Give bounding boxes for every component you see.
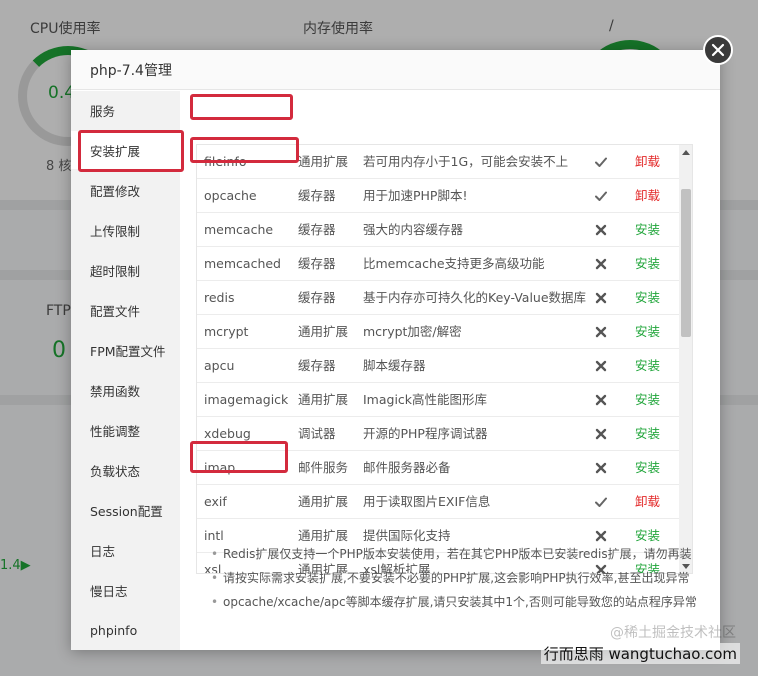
check-icon — [595, 179, 609, 213]
cross-icon — [595, 417, 609, 451]
install-link[interactable]: 安装 — [635, 383, 660, 417]
extension-name: opcache — [204, 188, 257, 203]
sidebar-item-performance-tuning[interactable]: 性能调整 — [71, 411, 180, 449]
php-manager-dialog: php-7.4管理 服务 安装扩展 配置修改 上传限制 超时限制 配置文件 FP… — [71, 50, 720, 650]
install-link[interactable]: 安装 — [635, 349, 660, 383]
extension-description: 邮件服务器必备 — [363, 460, 451, 475]
note-item: opcache/xcache/apc等脚本缓存扩展,请只安装其中1个,否则可能导… — [211, 590, 711, 614]
extension-type: 通用扩展 — [298, 324, 349, 339]
table-row: memcache 缓存器 强大的内容缓存器 安装 — [197, 213, 679, 247]
extension-name: fileinfo — [204, 154, 247, 169]
extension-name: mcrypt — [204, 324, 249, 339]
table-row: redis 缓存器 基于内存亦可持久化的Key-Value数据库 安装 — [197, 281, 679, 315]
table-row: imagemagick 通用扩展 Imagick高性能图形库 安装 — [197, 383, 679, 417]
sidebar-item-timeout-limit[interactable]: 超时限制 — [71, 251, 180, 289]
extension-name: memcache — [204, 222, 274, 237]
sidebar-item-log[interactable]: 日志 — [71, 531, 180, 569]
extension-description: 基于内存亦可持久化的Key-Value数据库 — [363, 290, 587, 305]
close-dialog-button[interactable] — [703, 35, 733, 65]
extension-type: 通用扩展 — [298, 154, 349, 169]
cross-icon — [595, 281, 609, 315]
sidebar-menu: 服务 安装扩展 配置修改 上传限制 超时限制 配置文件 FPM配置文件 禁用函数… — [71, 91, 180, 650]
extensions-table: fileinfo 通用扩展 若可用内存小于1G，可能会安装不上 卸载 opcache 缓存… — [196, 144, 693, 574]
extension-name: apcu — [204, 358, 235, 373]
note-item: Redis扩展仅支持一个PHP版本安装使用，若在其它PHP版本已安装redis扩… — [211, 542, 711, 566]
extension-name: exif — [204, 494, 227, 509]
sidebar-item-load-status[interactable]: 负载状态 — [71, 451, 180, 489]
note-item: 请按实际需求安装扩展,不要安装不必要的PHP扩展,这会影响PHP执行效率,甚至出… — [211, 566, 711, 590]
table-row: exif 通用扩展 用于读取图片EXIF信息 卸载 — [197, 485, 679, 519]
extension-description: 开源的PHP程序调试器 — [363, 426, 488, 441]
extension-type: 缓存器 — [298, 358, 336, 373]
extension-type: 缓存器 — [298, 290, 336, 305]
extension-description: 比memcache支持更多高级功能 — [363, 256, 545, 271]
table-row: apcu 缓存器 脚本缓存器 安装 — [197, 349, 679, 383]
install-link[interactable]: 安装 — [635, 281, 660, 315]
cross-icon — [595, 451, 609, 485]
sidebar-item-install-extensions[interactable]: 安装扩展 — [71, 131, 180, 169]
table-row: xdebug 调试器 开源的PHP程序调试器 安装 — [197, 417, 679, 451]
extension-type: 缓存器 — [298, 188, 336, 203]
extension-description: 若可用内存小于1G，可能会安装不上 — [363, 154, 569, 169]
check-icon — [595, 145, 609, 179]
extension-name: imap — [204, 460, 236, 475]
extension-name: imagemagick — [204, 392, 289, 407]
sidebar-item-config-edit[interactable]: 配置修改 — [71, 171, 180, 209]
extension-type: 调试器 — [298, 426, 336, 441]
cross-icon — [595, 383, 609, 417]
extension-type: 缓存器 — [298, 222, 336, 237]
install-link[interactable]: 安装 — [635, 247, 660, 281]
watermark-faint: @稀土掘金技术社区 — [610, 625, 736, 641]
sidebar-item-upload-limit[interactable]: 上传限制 — [71, 211, 180, 249]
cross-icon — [595, 349, 609, 383]
extension-type: 通用扩展 — [298, 494, 349, 509]
install-link[interactable]: 安装 — [635, 417, 660, 451]
extension-description: 用于读取图片EXIF信息 — [363, 494, 491, 509]
extension-notes: Redis扩展仅支持一个PHP版本安装使用，若在其它PHP版本已安装redis扩… — [211, 542, 711, 614]
extension-type: 通用扩展 — [298, 392, 349, 407]
extension-description: 用于加速PHP脚本! — [363, 188, 468, 203]
uninstall-link[interactable]: 卸载 — [635, 485, 660, 519]
uninstall-link[interactable]: 卸载 — [635, 145, 660, 179]
install-link[interactable]: 安装 — [635, 315, 660, 349]
cross-icon — [595, 247, 609, 281]
sidebar-item-session-config[interactable]: Session配置 — [71, 491, 180, 529]
extension-description: Imagick高性能图形库 — [363, 392, 488, 407]
sidebar-item-phpinfo[interactable]: phpinfo — [71, 611, 180, 649]
sidebar-item-fpm-config-file[interactable]: FPM配置文件 — [71, 331, 180, 369]
check-icon — [595, 485, 609, 519]
uninstall-link[interactable]: 卸载 — [635, 179, 660, 213]
install-link[interactable]: 安装 — [635, 451, 660, 485]
table-row: opcache 缓存器 用于加速PHP脚本! 卸载 — [197, 179, 679, 213]
dialog-header: php-7.4管理 — [71, 50, 720, 90]
extension-description: 脚本缓存器 — [363, 358, 426, 373]
highlight-box — [190, 94, 293, 120]
extension-name: xdebug — [204, 426, 251, 441]
table-row: imap 邮件服务 邮件服务器必备 安装 — [197, 451, 679, 485]
cross-icon — [595, 213, 609, 247]
sidebar-item-config-file[interactable]: 配置文件 — [71, 291, 180, 329]
scrollbar-thumb[interactable] — [681, 189, 691, 337]
install-link[interactable]: 安装 — [635, 213, 660, 247]
dialog-title: php-7.4管理 — [90, 62, 172, 79]
watermark: 行而思雨 wangtuchao.com — [540, 643, 740, 664]
extension-name: redis — [204, 290, 235, 305]
extension-type: 缓存器 — [298, 256, 336, 271]
extension-description: mcrypt加密/解密 — [363, 324, 462, 339]
table-scrollbar[interactable] — [679, 145, 692, 573]
sidebar-item-slow-log[interactable]: 慢日志 — [71, 571, 180, 609]
table-row: fileinfo 通用扩展 若可用内存小于1G，可能会安装不上 卸载 — [197, 145, 679, 179]
close-icon — [711, 43, 725, 57]
table-row: memcached 缓存器 比memcache支持更多高级功能 安装 — [197, 247, 679, 281]
extension-name: memcached — [204, 256, 281, 271]
scroll-up-arrow-icon[interactable] — [679, 145, 692, 159]
table-row: mcrypt 通用扩展 mcrypt加密/解密 安装 — [197, 315, 679, 349]
sidebar-item-disabled-functions[interactable]: 禁用函数 — [71, 371, 180, 409]
extension-type: 邮件服务 — [298, 460, 349, 475]
extension-description: 强大的内容缓存器 — [363, 222, 464, 237]
cross-icon — [595, 315, 609, 349]
sidebar-item-service[interactable]: 服务 — [71, 91, 180, 129]
